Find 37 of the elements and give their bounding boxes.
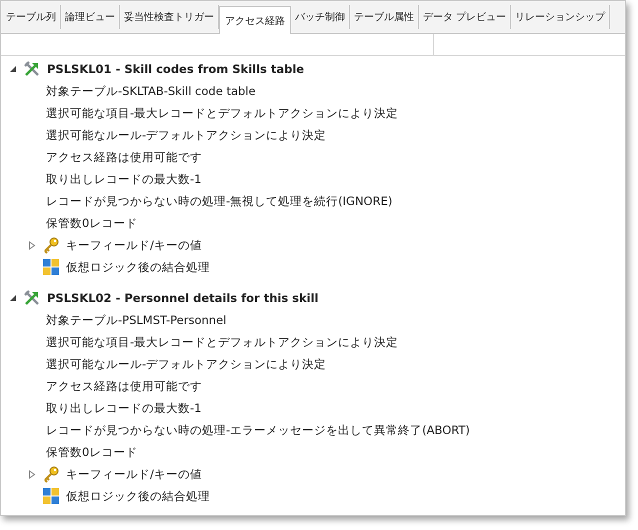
collapse-icon[interactable] [9, 65, 17, 73]
property-text: 対象テーブル-SKLTAB-Skill code table [46, 84, 256, 98]
property-text: 選択可能なルール-デフォルトアクションにより決定 [46, 356, 326, 372]
tab[interactable]: データ プレビュー [419, 5, 512, 29]
tab[interactable]: バッチ制御 [291, 5, 350, 29]
key-icon [42, 236, 60, 254]
property-text: アクセス経路は使用可能です [46, 378, 202, 394]
tab[interactable]: アクセス経路 [219, 6, 291, 34]
property-text: 取り出しレコードの最大数-1 [46, 400, 202, 416]
tab[interactable]: テーブル列 [2, 5, 61, 29]
property-text: アクセス経路は使用可能です [46, 150, 202, 164]
tree-node-label[interactable]: キーフィールド/キーの値 [66, 238, 202, 252]
access-path-label[interactable]: PSLSKL01 - Skill codes from Skills table [47, 62, 304, 76]
tree-node-label[interactable]: キーフィールド/キーの値 [66, 466, 202, 482]
tree-node-label[interactable]: 仮想ロジック後の結合処理 [66, 488, 210, 504]
tab[interactable]: 論理ビュー [61, 5, 120, 29]
key-icon [42, 465, 60, 483]
property-text: 保管数0レコード [46, 216, 138, 230]
collapse-icon[interactable] [9, 294, 17, 302]
expand-icon[interactable] [28, 470, 36, 478]
property-text: 選択可能な項目-最大レコードとデフォルトアクションにより決定 [46, 106, 398, 120]
grid-icon [42, 487, 60, 505]
property-text: 保管数0レコード [46, 444, 138, 460]
tab[interactable]: テーブル属性 [350, 5, 419, 29]
property-text: 取り出しレコードの最大数-1 [46, 172, 202, 186]
tab[interactable]: リレーションシップ [511, 5, 610, 29]
tree-node-label[interactable]: 仮想ロジック後の結合処理 [66, 260, 210, 274]
expand-icon[interactable] [28, 240, 36, 250]
property-text: 選択可能な項目-最大レコードとデフォルトアクションにより決定 [46, 334, 398, 350]
access-path-icon [23, 60, 41, 78]
grid-icon [42, 258, 60, 276]
access-path-label[interactable]: PSLSKL02 - Personnel details for this skill [47, 291, 319, 305]
property-text: レコードが見つからない時の処理-無視して処理を続行(IGNORE) [46, 194, 392, 208]
property-text: レコードが見つからない時の処理-エラーメッセージを出して異常終了(ABORT) [46, 422, 470, 438]
property-text: 対象テーブル-PSLMST-Personnel [46, 312, 226, 328]
property-text: 選択可能なルール-デフォルトアクションにより決定 [46, 128, 326, 142]
access-path-icon [23, 289, 41, 307]
